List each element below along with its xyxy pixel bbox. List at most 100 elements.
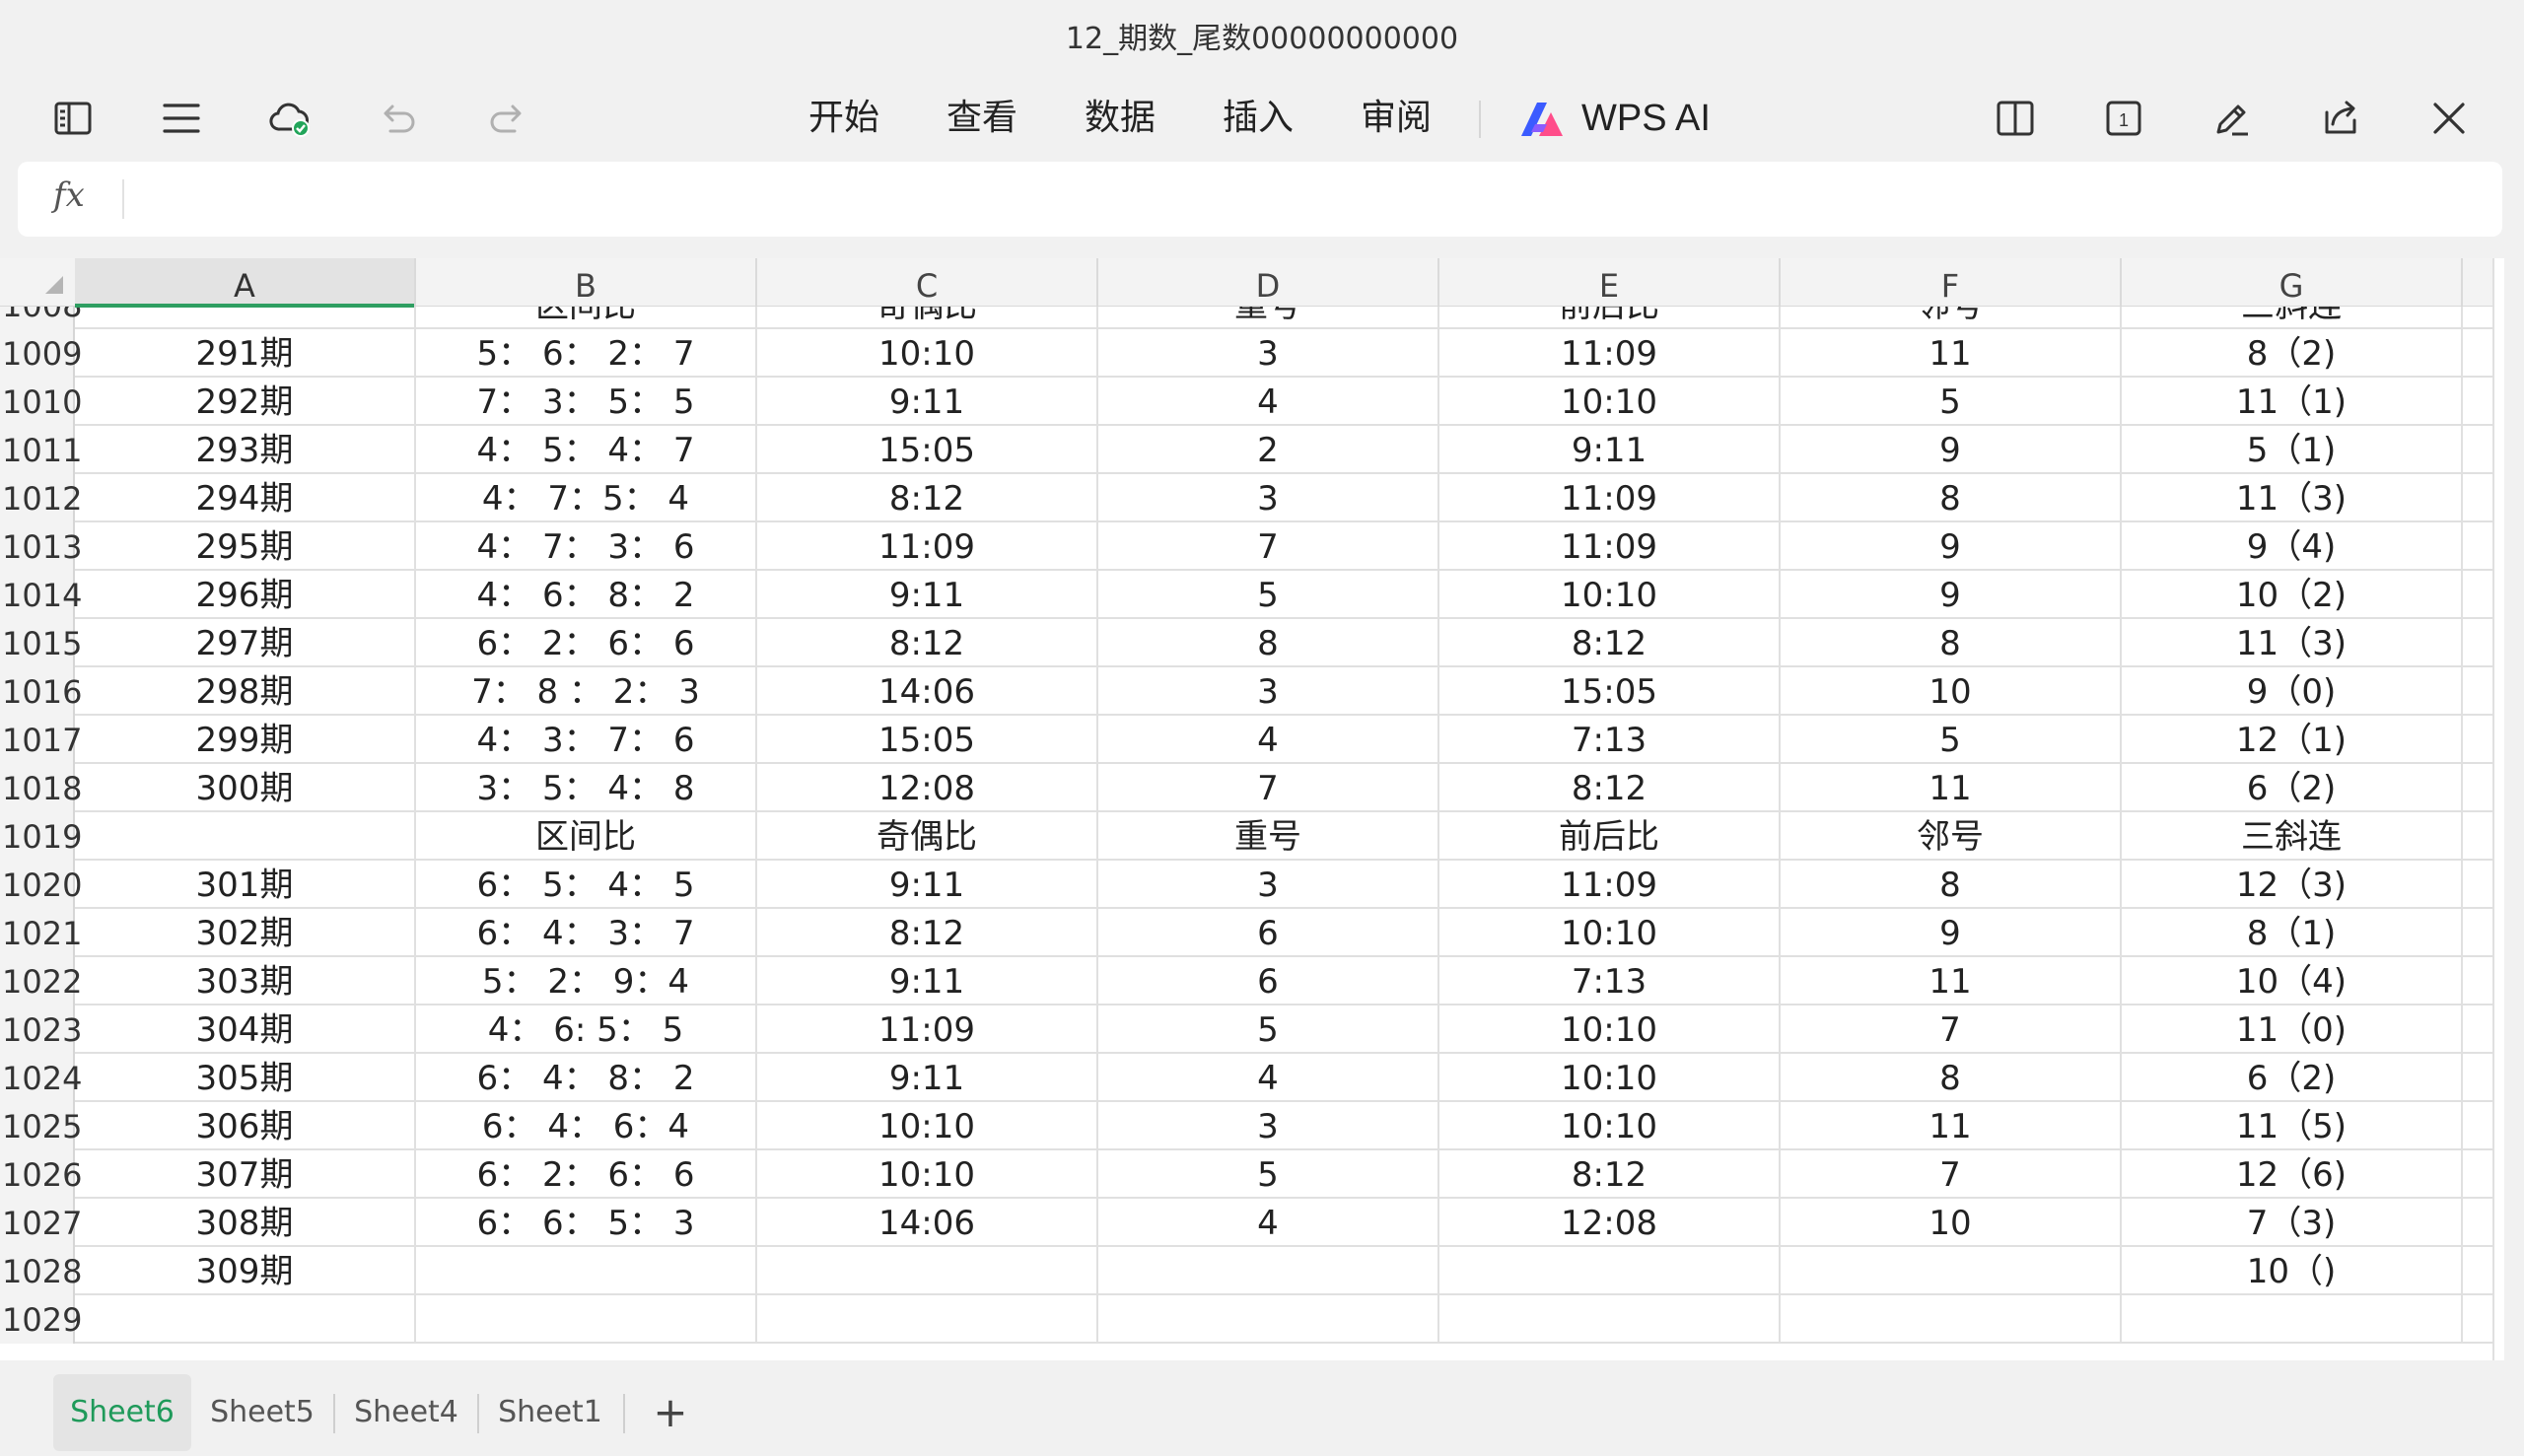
cell-c[interactable]: 9:11 (757, 378, 1098, 424)
cell-g[interactable]: 7（3) (2122, 1199, 2463, 1245)
row-number[interactable]: 1017 (0, 716, 82, 764)
column-header-b[interactable]: B (416, 258, 757, 306)
cell-g[interactable] (2122, 1295, 2463, 1342)
cell-b[interactable]: 区间比 (416, 306, 757, 327)
cell-c[interactable]: 8:12 (757, 909, 1098, 955)
cell-b[interactable]: 4： 5： 4： 7 (416, 426, 757, 472)
cell-b[interactable]: 3： 5： 4： 8 (416, 764, 757, 810)
cell-b[interactable]: 6： 2： 6： 6 (416, 619, 757, 665)
cell-g[interactable]: 10（) (2122, 1247, 2463, 1293)
menu-insert[interactable]: 插入 (1223, 95, 1294, 142)
cell-e[interactable]: 11:09 (1439, 474, 1781, 520)
cell-b[interactable]: 4： 7： 3： 6 (416, 522, 757, 569)
column-header-f[interactable]: F (1781, 258, 2122, 306)
cell-g[interactable]: 11（1) (2122, 378, 2463, 424)
cell-f[interactable]: 8 (1781, 619, 2122, 665)
cell-b[interactable]: 6： 5： 4： 5 (416, 861, 757, 907)
cell-c[interactable]: 9:11 (757, 1054, 1098, 1100)
cell-g[interactable]: 三斜连 (2122, 812, 2463, 859)
row-number[interactable]: 1023 (0, 1005, 82, 1054)
cell-b[interactable]: 7： 3： 5： 5 (416, 378, 757, 424)
cell-g[interactable]: 9（4) (2122, 522, 2463, 569)
cell-e[interactable]: 9:11 (1439, 426, 1781, 472)
menu-view[interactable]: 查看 (946, 95, 1017, 142)
cell-f[interactable] (1781, 1247, 2122, 1293)
cell-a[interactable]: 291期 (75, 329, 416, 376)
cell-e[interactable]: 11:09 (1439, 522, 1781, 569)
cell-c[interactable]: 11:09 (757, 522, 1098, 569)
cell-g[interactable]: 5（1) (2122, 426, 2463, 472)
pen-icon[interactable] (2201, 87, 2264, 150)
cell-f[interactable]: 11 (1781, 957, 2122, 1004)
cell-f[interactable]: 11 (1781, 329, 2122, 376)
cell-g[interactable]: 10（2) (2122, 571, 2463, 617)
cell-c[interactable]: 14:06 (757, 667, 1098, 714)
cell-g[interactable]: 11（3) (2122, 619, 2463, 665)
cell-e[interactable]: 前后比 (1439, 306, 1781, 327)
row-number[interactable]: 1011 (0, 426, 82, 474)
row-number[interactable]: 1022 (0, 957, 82, 1005)
row-number[interactable]: 1015 (0, 619, 82, 667)
cell-g[interactable]: 8（1) (2122, 909, 2463, 955)
cell-f[interactable]: 8 (1781, 1054, 2122, 1100)
row-number[interactable]: 1012 (0, 474, 82, 522)
cell-b[interactable] (416, 1247, 757, 1293)
cell-b[interactable]: 4： 3： 7： 6 (416, 716, 757, 762)
menu-icon[interactable] (150, 87, 213, 150)
cell-d[interactable]: 4 (1098, 1199, 1439, 1245)
cell-e[interactable]: 11:09 (1439, 861, 1781, 907)
cell-d[interactable]: 8 (1098, 619, 1439, 665)
cell-f[interactable]: 9 (1781, 571, 2122, 617)
cell-c[interactable]: 15:05 (757, 716, 1098, 762)
cell-g[interactable]: 10（4) (2122, 957, 2463, 1004)
undo-icon[interactable] (367, 87, 430, 150)
cell-e[interactable] (1439, 1247, 1781, 1293)
add-sheet-button[interactable]: + (647, 1374, 694, 1451)
cell-e[interactable] (1439, 1295, 1781, 1342)
column-header-g[interactable]: G (2122, 258, 2463, 306)
cell-b[interactable] (416, 1295, 757, 1342)
cell-b[interactable]: 6： 4： 3： 7 (416, 909, 757, 955)
cell-a[interactable]: 300期 (75, 764, 416, 810)
cell-d[interactable]: 重号 (1098, 812, 1439, 859)
cell-b[interactable]: 5： 6： 2： 7 (416, 329, 757, 376)
cell-e[interactable]: 7:13 (1439, 957, 1781, 1004)
cell-d[interactable]: 7 (1098, 764, 1439, 810)
cell-d[interactable]: 3 (1098, 861, 1439, 907)
cell-c[interactable]: 10:10 (757, 1150, 1098, 1197)
row-number[interactable]: 1020 (0, 861, 82, 909)
cell-f[interactable]: 10 (1781, 1199, 2122, 1245)
redo-icon[interactable] (475, 87, 538, 150)
cell-g[interactable]: 9（0) (2122, 667, 2463, 714)
cell-c[interactable]: 12:08 (757, 764, 1098, 810)
cell-e[interactable]: 前后比 (1439, 812, 1781, 859)
cell-b[interactable]: 4： 6： 8： 2 (416, 571, 757, 617)
column-header-d[interactable]: D (1098, 258, 1439, 306)
select-all-corner[interactable] (0, 258, 75, 306)
wps-ai-button[interactable]: WPS AI (1516, 95, 1711, 142)
cell-d[interactable]: 2 (1098, 426, 1439, 472)
cell-a[interactable]: 292期 (75, 378, 416, 424)
cell-c[interactable]: 9:11 (757, 571, 1098, 617)
cell-e[interactable]: 10:10 (1439, 1005, 1781, 1052)
cell-f[interactable]: 8 (1781, 474, 2122, 520)
page-count-icon[interactable]: 1 (2092, 87, 2155, 150)
formula-bar[interactable]: fx (18, 162, 2502, 237)
cell-e[interactable]: 8:12 (1439, 1150, 1781, 1197)
cell-g[interactable]: 11（0) (2122, 1005, 2463, 1052)
cell-a[interactable]: 306期 (75, 1102, 416, 1148)
cell-f[interactable]: 8 (1781, 861, 2122, 907)
row-number[interactable]: 1018 (0, 764, 82, 812)
cell-g[interactable]: 12（1) (2122, 716, 2463, 762)
row-number[interactable]: 1029 (0, 1295, 82, 1344)
cell-d[interactable]: 4 (1098, 716, 1439, 762)
cell-e[interactable]: 15:05 (1439, 667, 1781, 714)
cell-d[interactable]: 7 (1098, 522, 1439, 569)
row-number[interactable]: 1009 (0, 329, 82, 378)
cell-a[interactable] (75, 812, 416, 859)
column-header-c[interactable]: C (757, 258, 1098, 306)
cell-b[interactable]: 7： 8 ： 2： 3 (416, 667, 757, 714)
cell-b[interactable]: 4： 7：5： 4 (416, 474, 757, 520)
cell-c[interactable] (757, 1295, 1098, 1342)
share-icon[interactable] (2309, 87, 2372, 150)
